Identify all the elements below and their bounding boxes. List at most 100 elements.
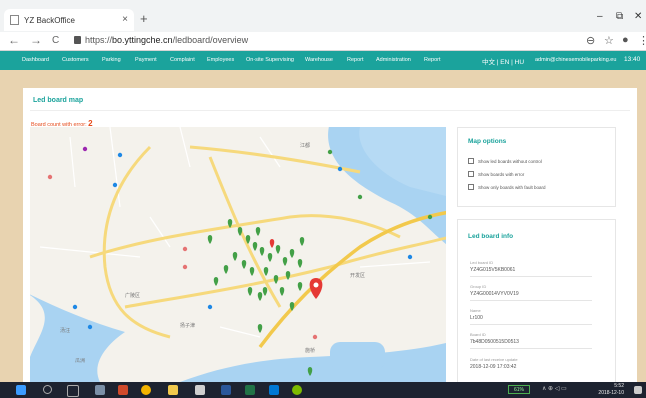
battery-indicator[interactable]: 61%: [508, 385, 530, 394]
field-underline: [470, 300, 592, 301]
board-marker[interactable]: [232, 252, 238, 261]
poi-marker: [327, 149, 333, 155]
checkbox[interactable]: [468, 158, 474, 164]
led-board-markers[interactable]: [207, 219, 313, 376]
board-marker[interactable]: [247, 287, 253, 296]
field-value: YZ4G015V5KB0061: [470, 267, 516, 273]
nav-employees[interactable]: Employees: [207, 57, 234, 63]
close-tab-icon[interactable]: ×: [122, 14, 128, 25]
new-tab-button[interactable]: +: [140, 11, 148, 26]
word-icon[interactable]: [221, 385, 231, 395]
url-field[interactable]: https://bo.yttingche.cn/ledboard/overvie…: [85, 35, 248, 45]
nav-dashboard[interactable]: Dashboard: [22, 57, 49, 63]
map-pin-icon[interactable]: [309, 278, 323, 299]
excel-icon[interactable]: [245, 385, 255, 395]
calculator-icon[interactable]: [195, 385, 205, 395]
option-with-error[interactable]: Show boards with error: [468, 171, 524, 177]
forward-button[interactable]: →: [30, 33, 42, 47]
poi-marker: [182, 264, 188, 270]
page-icon: [10, 15, 19, 25]
reload-button[interactable]: C: [52, 35, 59, 46]
map-pin-center: [313, 282, 319, 288]
board-marker[interactable]: [299, 237, 305, 246]
board-marker[interactable]: [207, 235, 213, 244]
board-marker[interactable]: [257, 292, 263, 301]
checkbox[interactable]: [468, 184, 474, 190]
user-email[interactable]: admin@chinesemobileparking.eu: [535, 57, 616, 63]
menu-icon[interactable]: ⋮: [638, 34, 646, 47]
poi-marker: [357, 194, 363, 200]
outlook-icon[interactable]: [269, 385, 279, 395]
browser-tab[interactable]: YZ BackOffice ×: [4, 9, 134, 31]
board-marker[interactable]: [279, 287, 285, 296]
windows-start-icon[interactable]: [16, 385, 26, 395]
board-marker[interactable]: [241, 260, 247, 269]
board-marker[interactable]: [223, 265, 229, 274]
map-label-3: 汤汪: [60, 327, 70, 334]
board-marker[interactable]: [252, 242, 258, 251]
bookmark-star-icon[interactable]: ☆: [604, 34, 614, 47]
map-label-2: 江都: [300, 142, 310, 149]
board-marker[interactable]: [297, 282, 303, 291]
zoom-icon[interactable]: ⊖: [586, 34, 595, 47]
board-marker[interactable]: [282, 257, 288, 266]
lock-icon: [74, 36, 81, 44]
nav-payment[interactable]: Payment: [135, 57, 157, 63]
system-tray-icons[interactable]: ∧ ⊕ ◁ ▭: [542, 385, 567, 392]
map-options-card: Map options Show led boards without cont…: [458, 128, 615, 206]
nav-report-2[interactable]: Report: [424, 57, 441, 63]
nav-complaint[interactable]: Complaint: [170, 57, 195, 63]
nav-onsite-supervising[interactable]: On-site Supervising: [246, 57, 294, 63]
nav-time: 13:40: [624, 56, 641, 63]
board-marker[interactable]: [249, 267, 255, 276]
field-label: Date of last receive update: [470, 357, 518, 362]
search-icon[interactable]: [43, 385, 52, 394]
led-board-info-card: Led board info Led board ID YZ4G015V5KB0…: [458, 220, 615, 382]
board-marker[interactable]: [267, 253, 273, 262]
map-canvas: 广陵区 江都 汤汪 开发区 扬子津 瓜洲 施桥: [30, 127, 446, 382]
notification-icon[interactable]: [634, 386, 642, 394]
map-view[interactable]: 广陵区 江都 汤汪 开发区 扬子津 瓜洲 施桥: [30, 127, 446, 382]
board-marker[interactable]: [213, 277, 219, 286]
browser-chrome: YZ BackOffice × + – ⧉ ✕ ← → C https://bo…: [0, 0, 646, 51]
taskbar-clock[interactable]: 5:52 2018-12-10: [598, 383, 624, 397]
option-without-control[interactable]: Show led boards without control: [468, 158, 542, 164]
field-value: YZ4G00014VYV0V19: [470, 291, 519, 297]
nav-warehouse[interactable]: Warehouse: [305, 57, 333, 63]
restore-button[interactable]: ⧉: [616, 11, 623, 22]
close-window-button[interactable]: ✕: [634, 11, 642, 22]
chat-icon[interactable]: [292, 385, 302, 395]
nav-report[interactable]: Report: [347, 57, 364, 63]
nav-administration[interactable]: Administration: [376, 57, 411, 63]
board-marker[interactable]: [255, 227, 261, 236]
option-fault-board[interactable]: Show only boards with fault board: [468, 184, 546, 190]
powerpoint-icon[interactable]: [118, 385, 128, 395]
map-options-title: Map options: [468, 138, 507, 145]
nav-parking[interactable]: Parking: [102, 57, 121, 63]
minimize-button[interactable]: –: [597, 11, 603, 22]
file-explorer-icon[interactable]: [168, 385, 178, 395]
poi-marker: [207, 304, 213, 310]
board-marker[interactable]: [273, 275, 279, 284]
language-switcher[interactable]: 中文 | EN | HU: [482, 56, 524, 66]
error-board-marker[interactable]: [269, 239, 275, 248]
checkbox[interactable]: [468, 171, 474, 177]
nav-customers[interactable]: Customers: [62, 57, 89, 63]
board-marker[interactable]: [263, 267, 269, 276]
board-marker[interactable]: [297, 259, 303, 268]
board-marker[interactable]: [257, 324, 263, 333]
map-label-4: 开发区: [350, 272, 365, 279]
profile-icon[interactable]: ●: [622, 34, 629, 46]
task-view-icon[interactable]: [67, 385, 79, 397]
app-icon[interactable]: [95, 385, 105, 395]
map-label-1: 广陵区: [125, 292, 140, 299]
board-marker[interactable]: [289, 249, 295, 258]
selected-board-marker[interactable]: [309, 278, 323, 299]
back-button[interactable]: ←: [8, 33, 20, 47]
board-marker[interactable]: [259, 247, 265, 256]
board-marker[interactable]: [262, 287, 268, 296]
board-marker[interactable]: [275, 245, 281, 254]
chrome-icon[interactable]: [141, 385, 151, 395]
board-marker[interactable]: [285, 271, 291, 280]
address-bar-row: ← → C https://bo.yttingche.cn/ledboard/o…: [0, 32, 646, 51]
